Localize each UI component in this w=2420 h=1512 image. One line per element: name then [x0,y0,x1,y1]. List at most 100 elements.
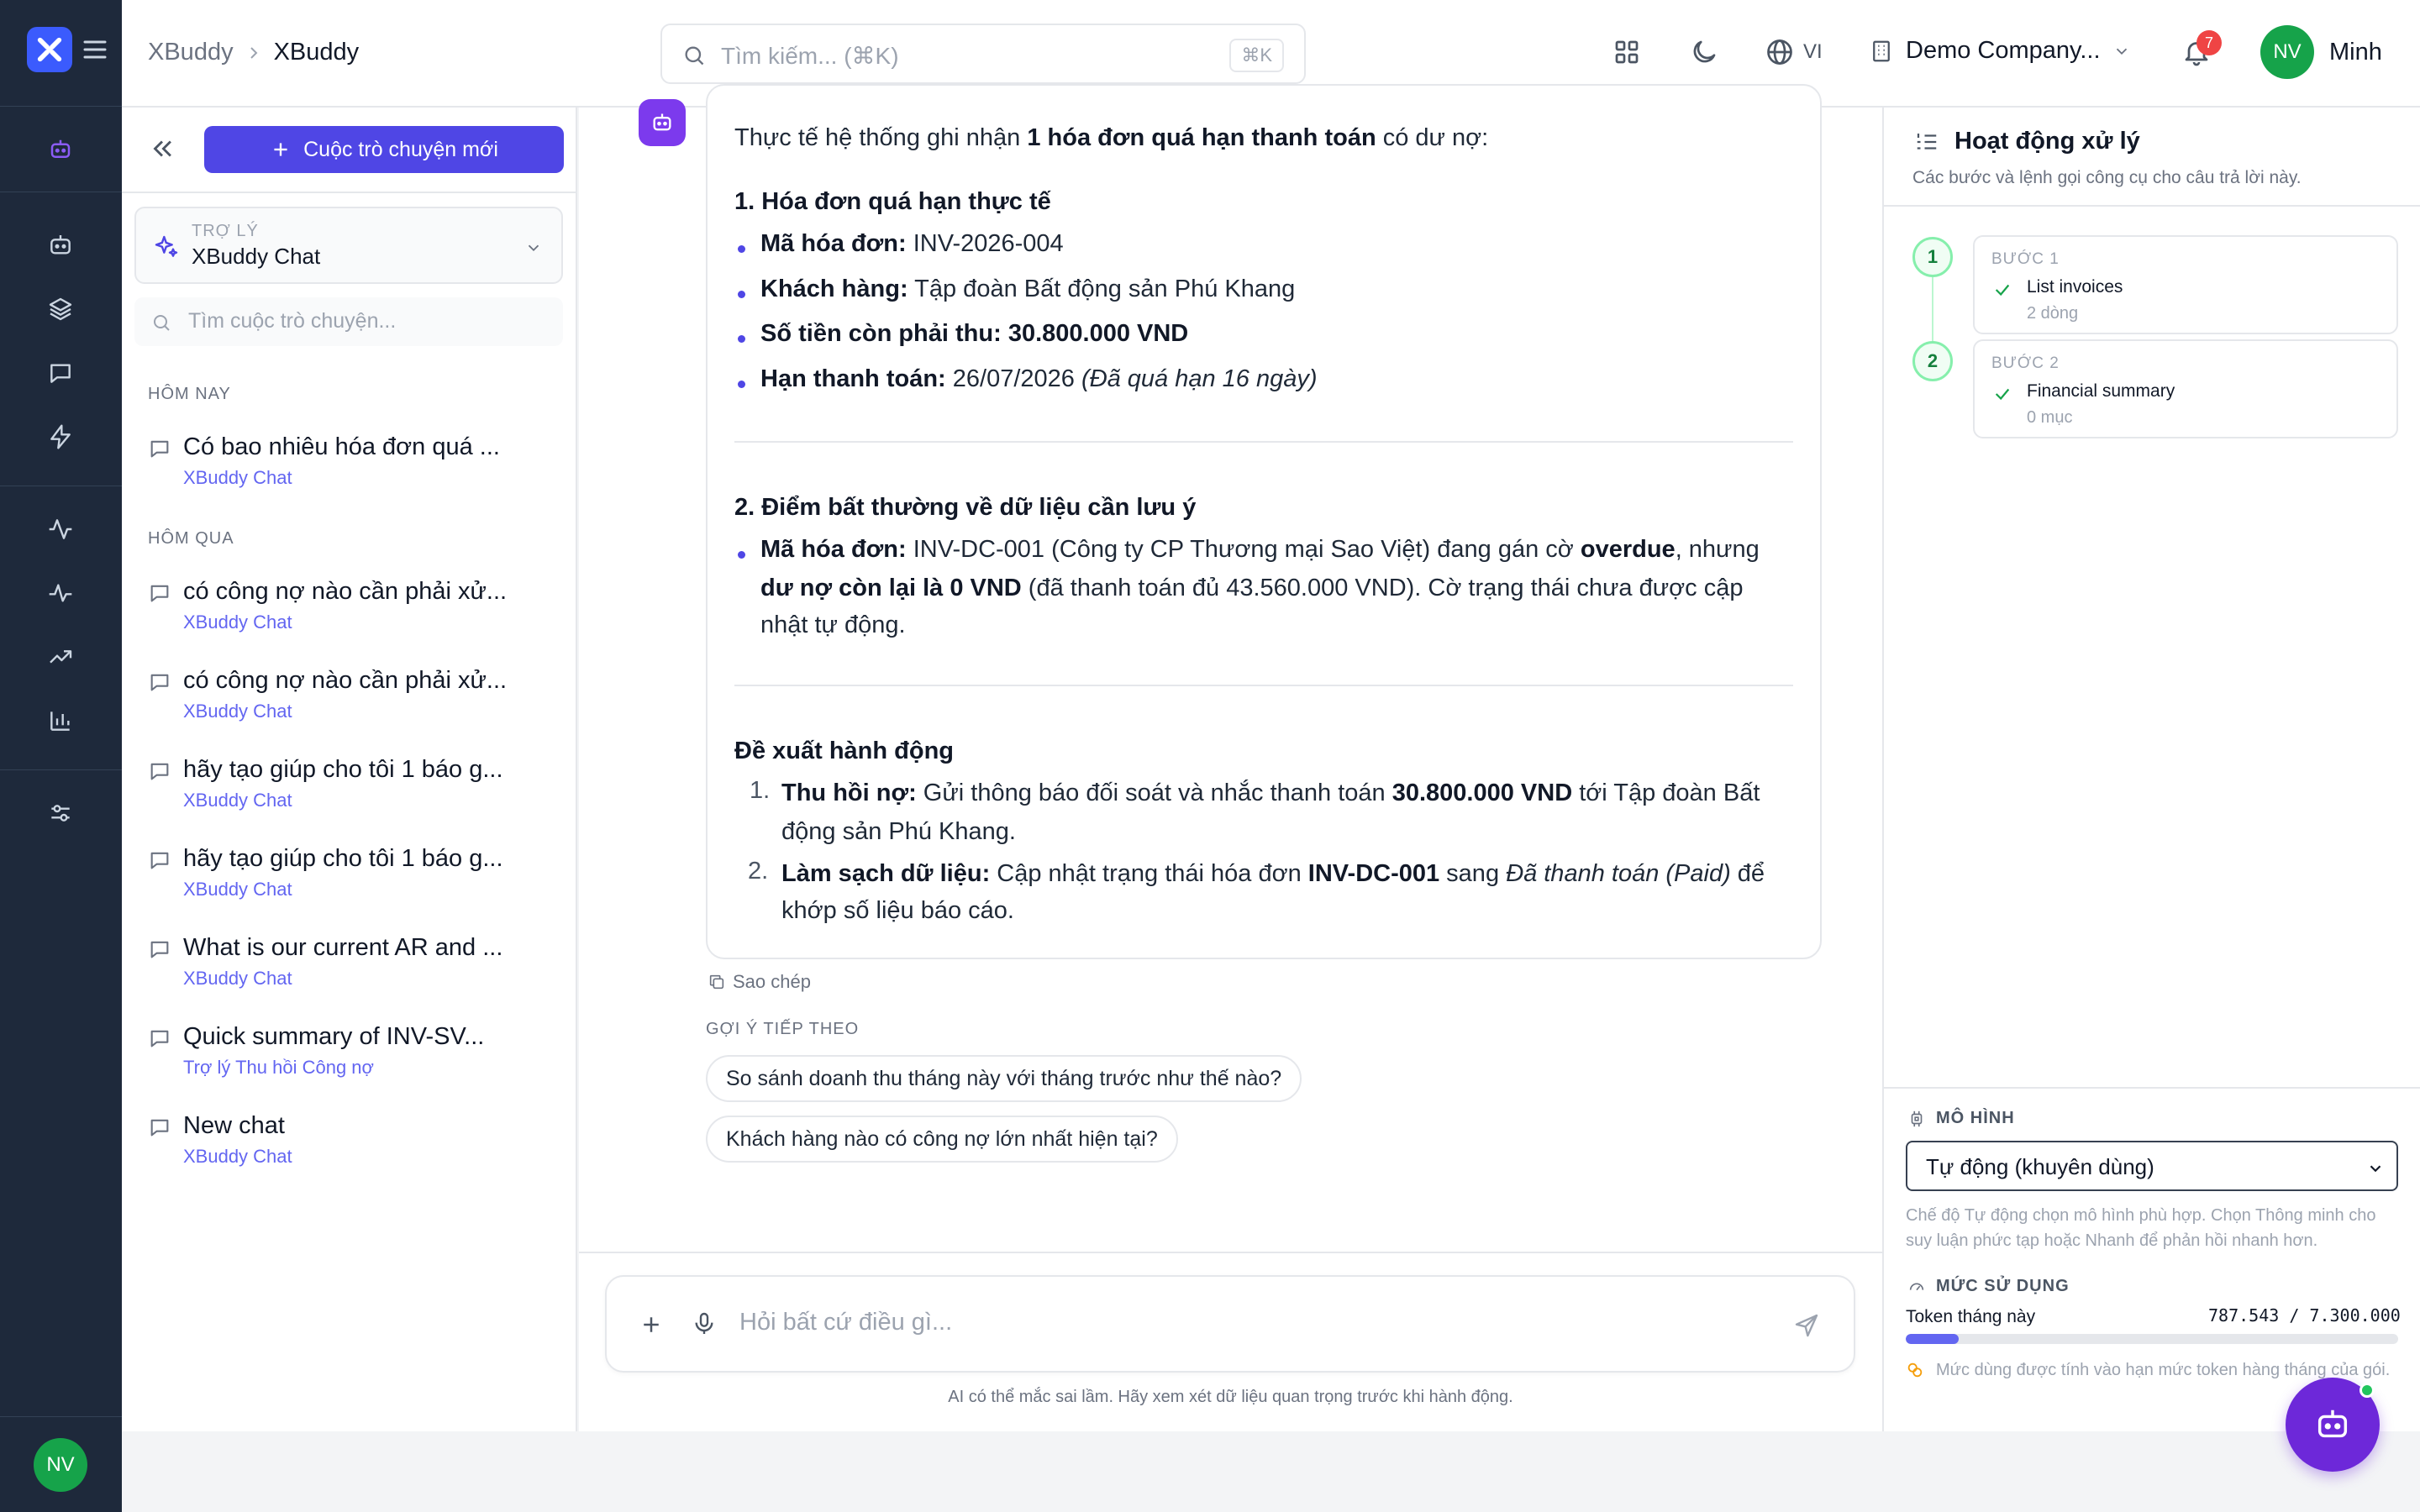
token-value: 787.543 / 7.300.000 [2208,1305,2401,1326]
conversation-assistant: XBuddy Chat [183,1146,292,1167]
floating-assistant-button[interactable] [2286,1378,2380,1472]
chat-bubble-icon [148,670,171,694]
bullet [738,245,745,253]
divider [579,1252,1882,1253]
action-2-line-1: Làm sạch dữ liệu: Cập nhật trạng thái hó… [781,860,1765,887]
step-tool-name: List invoices [2027,277,2123,297]
divider [122,192,577,193]
sliders-icon[interactable] [44,796,77,830]
search-icon [151,312,171,333]
company-switcher[interactable]: Demo Company... [1869,37,2131,65]
suggestion-chip[interactable]: So sánh doanh thu tháng này với tháng tr… [706,1055,1302,1102]
microphone-icon[interactable] [691,1310,718,1337]
step-number: 1 [1912,237,1953,277]
conversation-item[interactable]: hãy tạo giúp cho tôi 1 báo g... XBuddy C… [148,845,560,912]
conversation-title: có công nợ nào cần phải xử... [183,667,508,694]
trending-icon[interactable] [44,640,77,674]
section-1-title: 1. Hóa đơn quá hạn thực tế [734,188,1051,215]
user-name: Minh [2329,38,2382,66]
assistant-selector[interactable]: TRỢ LÝ XBuddy Chat [134,207,563,284]
rail-avatar[interactable]: NV [34,1438,87,1492]
conversation-title: Có bao nhiêu hóa đơn quá ... [183,433,500,460]
divider [1884,1087,2420,1089]
chat-bubble-icon [148,1116,171,1139]
gauge-icon [1907,1278,1926,1296]
notification-badge: 7 [2196,30,2222,55]
new-chat-label: Cuộc trò chuyện mới [303,137,498,161]
chevron-down-icon [2112,42,2131,60]
conversation-item[interactable]: Có bao nhiêu hóa đơn quá ... XBuddy Chat [148,433,560,501]
activity-title: Hoạt động xử lý [1914,128,2140,155]
suggestion-chip[interactable]: Khách hàng nào có công nợ lớn nhất hiện … [706,1116,1178,1163]
moon-icon[interactable] [1689,37,1719,67]
check-icon [1993,385,2012,403]
conversation-search-input[interactable]: Tìm cuộc trò chuyện... [134,297,563,346]
activity-subtitle: Các bước và lệnh gọi công cụ cho câu trả… [1912,168,2302,187]
notifications-button[interactable]: 7 [2181,30,2222,67]
conversation-title: hãy tạo giúp cho tôi 1 báo g... [183,756,503,783]
action-1-line-2: động sản Phú Khang. [781,818,1016,845]
attach-plus-icon[interactable] [639,1312,664,1337]
global-search-input[interactable]: Tìm kiếm... (⌘K) ⌘K [660,24,1306,84]
conversation-item[interactable]: có công nợ nào cần phải xử... XBuddy Cha… [148,667,560,734]
new-chat-button[interactable]: Cuộc trò chuyện mới [204,126,564,173]
conversation-assistant: XBuddy Chat [183,467,292,488]
robot-icon[interactable] [44,228,77,262]
check-icon [1993,281,2012,299]
divider [734,441,1793,443]
token-usage-bar [1906,1334,2398,1344]
model-help-text: Chế độ Tự động chọn mô hình phù hợp. Chọ… [1906,1206,2376,1250]
step-label: BƯỚC 2 [1991,354,2060,372]
group-label-yesterday: HÔM QUA [148,529,234,548]
message-composer[interactable]: Hỏi bất cứ điều gì... [605,1275,1855,1373]
avatar: NV [2260,25,2314,79]
conversation-item[interactable]: New chat XBuddy Chat [148,1112,560,1179]
collapse-sidebar-icon[interactable] [148,134,176,163]
conversation-search-placeholder: Tìm cuộc trò chuyện... [188,309,397,333]
bar-chart-icon[interactable] [44,704,77,738]
conversation-item[interactable]: có công nợ nào cần phải xử... XBuddy Cha… [148,578,560,645]
breadcrumb-root[interactable]: XBuddy [148,39,234,66]
bolt-icon[interactable] [44,420,77,454]
logo-icon[interactable] [27,27,72,72]
step-card[interactable]: BƯỚC 2 Financial summary 0 mục [1973,339,2398,438]
breadcrumb-current: XBuddy [273,39,360,66]
suggestions-label: GỢI Ý TIẾP THEO [706,1020,860,1038]
due-date-line: Hạn thanh toán: 26/07/2026 (Đã quá hạn 1… [760,365,1318,392]
chevron-right-icon [247,45,260,61]
action-number: 1. [750,777,771,804]
list-ordered-icon [1914,129,1939,155]
bullet [738,551,745,559]
composer-placeholder: Hỏi bất cứ điều gì... [739,1309,953,1336]
conversation-title: có công nợ nào cần phải xử... [183,578,508,605]
cpu-icon [1907,1110,1926,1128]
conversation-item[interactable]: What is our current AR and ... XBuddy Ch… [148,934,560,1001]
chevron-down-icon [2366,1159,2385,1178]
bot-icon[interactable] [32,121,89,178]
pulse-icon[interactable] [44,576,77,610]
menu-icon[interactable] [82,39,108,60]
chat-icon[interactable] [44,356,77,390]
conversation-title: hãy tạo giúp cho tôi 1 báo g... [183,845,503,872]
conversation-title: Quick summary of INV-SV... [183,1023,485,1050]
usage-section-label: MỨC SỬ DỤNG [1907,1277,2070,1296]
send-icon[interactable] [1793,1312,1820,1339]
assistant-label: TRỢ LÝ [192,222,259,240]
chevron-down-icon [524,239,543,257]
model-select[interactable]: Tự động (khuyên dùng) [1906,1141,2398,1191]
conversation-item[interactable]: Quick summary of INV-SV... Trợ lý Thu hồ… [148,1023,560,1090]
language-switch[interactable]: VI [1765,37,1823,67]
activity-icon[interactable] [44,512,77,546]
apps-grid-icon[interactable] [1612,37,1642,67]
conversation-item[interactable]: hãy tạo giúp cho tôi 1 báo g... XBuddy C… [148,756,560,823]
action-1-line-1: Thu hồi nợ: Gửi thông báo đối soát và nh… [781,780,1760,806]
user-menu[interactable]: NV Minh [2260,25,2382,79]
coins-icon [1906,1361,1924,1379]
breadcrumb: XBuddy XBuddy [148,39,359,66]
search-shortcut: ⌘K [1229,39,1284,72]
copy-button[interactable]: Sao chép [708,971,811,993]
group-label-today: HÔM NAY [148,385,231,403]
step-card[interactable]: BƯỚC 1 List invoices 2 dòng [1973,235,2398,334]
step-result-count: 2 dòng [2027,304,2079,323]
layers-icon[interactable] [44,292,77,326]
